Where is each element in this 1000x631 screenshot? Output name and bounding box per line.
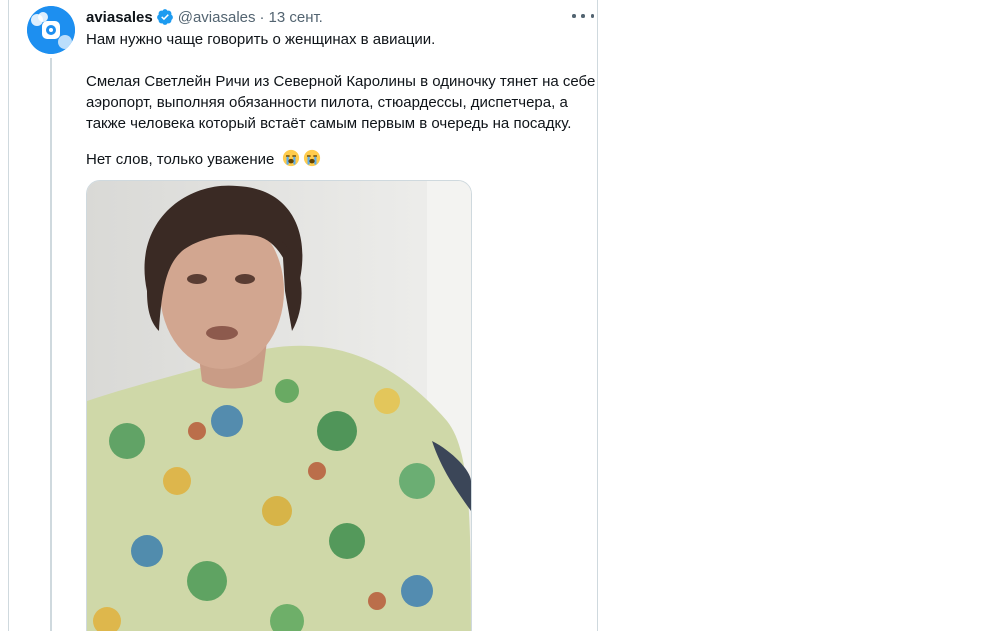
tweet-text-line: Смелая Светлейн Ричи из Северной Каролин… <box>86 73 596 90</box>
tweet-header: aviasales @aviasales · 13 сент. <box>86 6 323 28</box>
tweet-date[interactable]: 13 сент. <box>269 9 323 26</box>
loudly-crying-face-emoji-icon <box>282 149 300 173</box>
tweet-text-line-3: Нет слов, только уважение <box>86 149 596 173</box>
tweet-text-paragraph-2: Смелая Светлейн Ричи из Северной Каролин… <box>86 71 596 134</box>
aviasales-logo-icon <box>27 6 75 54</box>
tweet-text-line: также человека который встаёт самым перв… <box>86 115 572 132</box>
verified-badge-icon <box>156 8 174 26</box>
tweet-text-respect: Нет слов, только уважение <box>86 151 275 168</box>
tweet-text-line: аэропорт, выполняя обязанности пилота, с… <box>86 94 568 111</box>
tweet-card[interactable]: aviasales @aviasales · 13 сент. Нам нужн… <box>8 0 598 631</box>
thread-line <box>50 58 52 631</box>
more-options-icon[interactable] <box>572 8 594 24</box>
tweet-text-line-1: Нам нужно чаще говорить о женщинах в ави… <box>86 31 436 48</box>
separator-dot: · <box>259 8 265 26</box>
loudly-crying-face-emoji-icon <box>303 149 321 173</box>
photo-of-woman <box>87 181 471 631</box>
user-handle[interactable]: @aviasales <box>178 9 256 26</box>
display-name[interactable]: aviasales <box>86 9 153 26</box>
avatar[interactable] <box>27 6 75 54</box>
tweet-media-photo[interactable] <box>86 180 472 631</box>
